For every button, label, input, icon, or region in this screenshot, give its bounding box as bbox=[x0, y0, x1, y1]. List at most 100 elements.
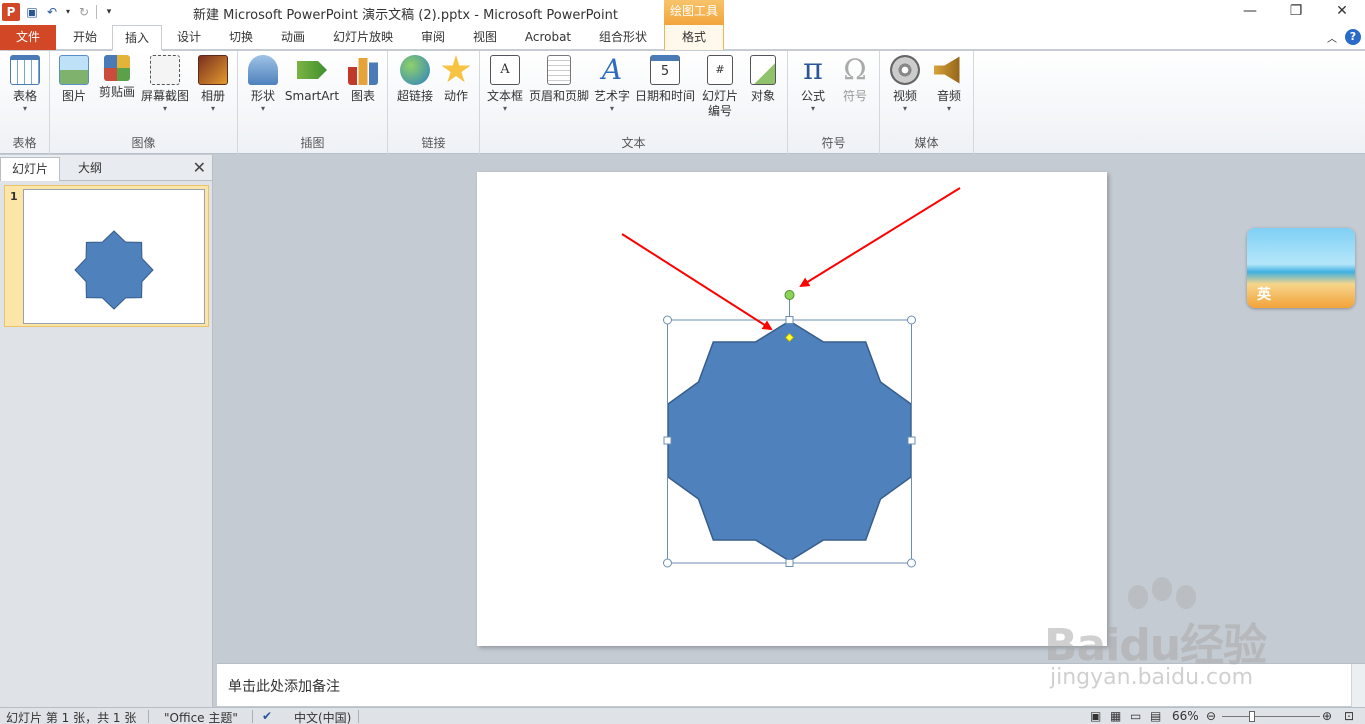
omega-icon: Ω bbox=[843, 53, 867, 86]
pi-icon: π bbox=[803, 52, 823, 87]
slide-number-button[interactable]: # 幻灯片 编号 bbox=[698, 55, 742, 119]
normal-view-icon[interactable]: ▣ bbox=[1090, 709, 1101, 723]
resize-handle-bottom-right[interactable] bbox=[907, 558, 916, 568]
object-icon bbox=[750, 55, 776, 85]
title-bar: P ▣ ↶ ▾ ↻ ▾ 新建 Microsoft PowerPoint 演示文稿… bbox=[0, 0, 1365, 25]
chevron-down-icon: ▾ bbox=[210, 104, 215, 113]
screenshot-button[interactable]: 屏幕截图 ▾ bbox=[140, 55, 190, 114]
reading-view-icon[interactable]: ▭ bbox=[1130, 709, 1141, 723]
close-window-icon[interactable]: ✕ bbox=[1319, 0, 1365, 22]
spell-check-icon[interactable]: ✔ bbox=[262, 709, 272, 723]
resize-handle-top-left[interactable] bbox=[663, 315, 672, 325]
save-icon[interactable]: ▣ bbox=[24, 4, 40, 20]
equation-button[interactable]: π 公式 ▾ bbox=[794, 55, 832, 114]
baidu-watermark: Baidu经验 jingyan.baidu.com bbox=[1040, 575, 1300, 695]
chart-label: 图表 bbox=[350, 89, 375, 103]
tab-transitions[interactable]: 切换 bbox=[218, 25, 264, 50]
quick-access-toolbar: P ▣ ↶ ▾ ↻ ▾ bbox=[2, 2, 117, 22]
resize-handle-top[interactable] bbox=[785, 316, 794, 324]
ribbon-tabs: 文件 开始 插入 设计 切换 动画 幻灯片放映 审阅 视图 Acrobat 组合… bbox=[0, 25, 1365, 51]
group-images: 图片 剪贴画 屏幕截图 ▾ 相册 ▾ 图像 bbox=[50, 51, 238, 154]
screenshot-label: 屏幕截图 bbox=[140, 89, 189, 103]
shapes-button[interactable]: 形状 ▾ bbox=[244, 55, 282, 114]
undo-dropdown-icon[interactable]: ▾ bbox=[64, 4, 72, 20]
panel-tabs: 幻灯片 大纲 ✕ bbox=[0, 155, 212, 181]
zoom-slider-thumb[interactable] bbox=[1249, 711, 1255, 722]
tab-view[interactable]: 视图 bbox=[462, 25, 508, 50]
object-button[interactable]: 对象 bbox=[744, 55, 782, 104]
slideshow-view-icon[interactable]: ▤ bbox=[1150, 709, 1161, 723]
resize-handle-bottom-left[interactable] bbox=[663, 558, 672, 568]
rotation-handle[interactable] bbox=[784, 290, 795, 300]
speaker-icon bbox=[934, 56, 960, 84]
drawing-tools-contextual-label: 绘图工具 bbox=[664, 0, 724, 25]
zoom-level[interactable]: 66% bbox=[1172, 709, 1199, 723]
chevron-down-icon: ▾ bbox=[260, 104, 265, 113]
tab-home[interactable]: 开始 bbox=[62, 25, 108, 50]
globe-link-icon bbox=[400, 55, 430, 85]
restore-icon[interactable]: ❐ bbox=[1273, 0, 1319, 22]
chevron-down-icon: ▾ bbox=[810, 104, 815, 113]
chart-button[interactable]: 图表 bbox=[344, 55, 382, 104]
close-icon[interactable]: ✕ bbox=[193, 158, 206, 177]
symbol-label: 符号 bbox=[842, 89, 867, 103]
resize-handle-bottom[interactable] bbox=[785, 559, 794, 567]
window-controls: — ❐ ✕ bbox=[1227, 0, 1365, 22]
album-button[interactable]: 相册 ▾ bbox=[194, 55, 232, 114]
smartart-button[interactable]: SmartArt bbox=[284, 55, 340, 104]
tab-merge-shapes[interactable]: 组合形状 bbox=[590, 25, 656, 50]
tab-outline[interactable]: 大纲 bbox=[60, 157, 120, 181]
resize-handle-right[interactable] bbox=[907, 436, 916, 445]
notes-scrollbar[interactable] bbox=[1351, 664, 1365, 707]
chevron-down-icon: ▾ bbox=[22, 104, 27, 113]
slides-panel: 幻灯片 大纲 ✕ 1 bbox=[0, 155, 213, 707]
tab-slideshow[interactable]: 幻灯片放映 bbox=[326, 25, 400, 50]
tab-insert[interactable]: 插入 bbox=[112, 25, 162, 51]
slide-thumbnail[interactable] bbox=[23, 189, 205, 324]
textbox-button[interactable]: A 文本框 ▾ bbox=[484, 55, 526, 114]
clipart-icon bbox=[104, 55, 130, 81]
tab-design[interactable]: 设计 bbox=[166, 25, 212, 50]
language-status[interactable]: 中文(中国) bbox=[294, 709, 351, 724]
minimize-icon[interactable]: — bbox=[1227, 0, 1273, 22]
slide-thumbnail-selected[interactable]: 1 bbox=[4, 185, 209, 327]
resize-handle-top-right[interactable] bbox=[907, 315, 916, 325]
tab-format[interactable]: 格式 bbox=[664, 25, 724, 50]
textbox-label: 文本框 bbox=[486, 89, 523, 103]
album-label: 相册 bbox=[200, 89, 225, 103]
tab-acrobat[interactable]: Acrobat bbox=[516, 25, 580, 50]
symbol-button[interactable]: Ω 符号 bbox=[836, 55, 874, 104]
wordart-button[interactable]: A 艺术字 ▾ bbox=[592, 55, 632, 114]
minimize-ribbon-icon[interactable]: ︿ bbox=[1327, 30, 1337, 45]
chevron-down-icon: ▾ bbox=[162, 104, 167, 113]
header-footer-button[interactable]: 页眉和页脚 bbox=[528, 55, 590, 104]
tab-review[interactable]: 审阅 bbox=[410, 25, 456, 50]
powerpoint-app-icon[interactable]: P bbox=[2, 3, 20, 21]
clipart-button[interactable]: 剪贴画 bbox=[96, 55, 138, 100]
tab-slides[interactable]: 幻灯片 bbox=[0, 157, 60, 181]
zoom-slider-track[interactable] bbox=[1222, 711, 1320, 722]
audio-button[interactable]: 音频 ▾ bbox=[930, 55, 968, 114]
slide-sorter-icon[interactable]: ▦ bbox=[1110, 709, 1121, 723]
fit-to-window-icon[interactable]: ⊡ bbox=[1344, 709, 1354, 723]
action-button[interactable]: 动作 bbox=[438, 55, 474, 104]
zoom-out-icon[interactable]: ⊖ bbox=[1206, 709, 1216, 723]
hyperlink-button[interactable]: 超链接 bbox=[392, 55, 438, 104]
table-label: 表格 bbox=[12, 89, 37, 103]
undo-icon[interactable]: ↶ bbox=[44, 4, 60, 20]
resize-handle-left[interactable] bbox=[663, 436, 672, 445]
film-reel-icon bbox=[890, 55, 920, 85]
redo-icon[interactable]: ↻ bbox=[76, 4, 92, 20]
video-button[interactable]: 视频 ▾ bbox=[886, 55, 924, 114]
picture-button[interactable]: 图片 bbox=[56, 55, 92, 104]
paw-toe bbox=[1176, 585, 1196, 609]
zoom-in-icon[interactable]: ⊕ bbox=[1322, 709, 1332, 723]
table-button[interactable]: 表格 ▾ bbox=[6, 55, 44, 114]
ime-language-widget[interactable]: 英 bbox=[1247, 228, 1355, 308]
tab-file[interactable]: 文件 bbox=[0, 25, 56, 50]
datetime-button[interactable]: 5 日期和时间 bbox=[634, 55, 696, 104]
customize-qat-icon[interactable]: ▾ bbox=[101, 4, 117, 20]
tab-animations[interactable]: 动画 bbox=[270, 25, 316, 50]
chevron-down-icon: ▾ bbox=[609, 104, 614, 113]
help-icon[interactable]: ? bbox=[1345, 29, 1361, 45]
